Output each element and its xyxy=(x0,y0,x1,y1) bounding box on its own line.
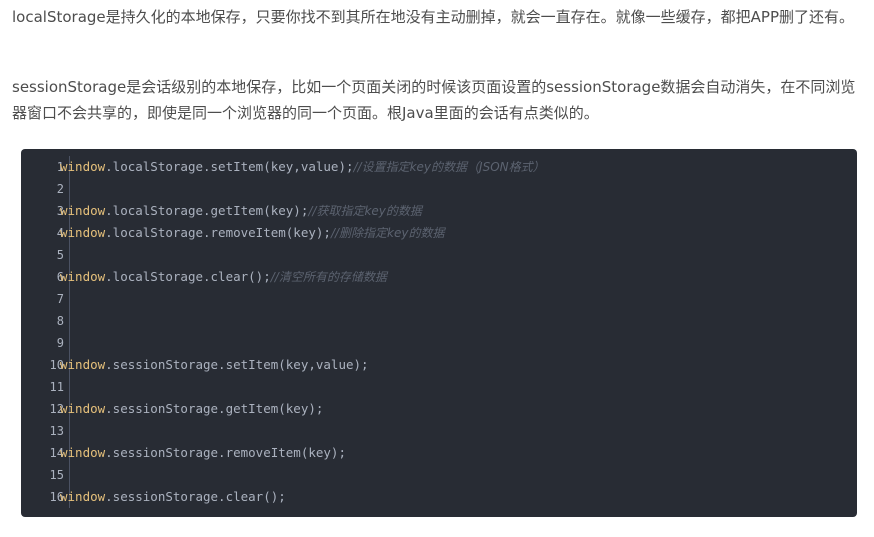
code-keyword: window xyxy=(60,401,106,416)
code-lines[interactable]: window.localStorage.setItem(key,value);/… xyxy=(60,156,847,508)
code-keyword: window xyxy=(60,225,106,240)
code-text: .localStorage.clear(); xyxy=(105,269,271,284)
paragraph-sessionstorage: sessionStorage是会话级别的本地保存，比如一个页面关闭的时候该页面设… xyxy=(12,78,856,122)
code-text: .sessionStorage.setItem(key,value); xyxy=(105,357,369,372)
code-line: window.localStorage.setItem(key,value);/… xyxy=(60,156,847,178)
code-keyword: window xyxy=(60,357,106,372)
code-keyword: window xyxy=(60,203,106,218)
code-keyword: window xyxy=(60,445,106,460)
code-keyword: window xyxy=(60,269,106,284)
code-line: window.sessionStorage.clear(); xyxy=(60,486,847,508)
code-text: .sessionStorage.getItem(key); xyxy=(105,401,324,416)
code-keyword: window xyxy=(60,489,106,504)
code-line: window.localStorage.clear();//清空所有的存储数据 xyxy=(60,266,847,288)
code-text: .sessionStorage.removeItem(key); xyxy=(105,445,346,460)
code-block[interactable]: 1 2 3 4 5 6 7 8 9 10 11 12 13 14 15 16 window.localStor… xyxy=(21,149,857,517)
code-text: .localStorage.getItem(key); xyxy=(105,203,309,218)
code-text: .localStorage.removeItem(key); xyxy=(105,225,331,240)
code-line: window.localStorage.getItem(key);//获取指定k… xyxy=(60,200,847,222)
code-line: window.sessionStorage.getItem(key); xyxy=(60,398,847,420)
code-comment: //设置指定key的数据（JSON格式） xyxy=(353,160,545,174)
code-text: .localStorage.setItem(key,value); xyxy=(105,159,354,174)
paragraph-localstorage: localStorage是持久化的本地保存，只要你找不到其所在地没有主动删掉，就… xyxy=(12,8,854,26)
code-comment: //获取指定key的数据 xyxy=(308,204,422,218)
code-line: window.localStorage.removeItem(key);//删除… xyxy=(60,222,847,244)
code-keyword: window xyxy=(60,159,106,174)
code-comment: //清空所有的存储数据 xyxy=(270,270,387,284)
code-line: window.sessionStorage.removeItem(key); xyxy=(60,442,847,464)
code-line: window.sessionStorage.setItem(key,value)… xyxy=(60,354,847,376)
code-comment: //删除指定key的数据 xyxy=(330,226,445,240)
code-text: .sessionStorage.clear(); xyxy=(105,489,286,504)
